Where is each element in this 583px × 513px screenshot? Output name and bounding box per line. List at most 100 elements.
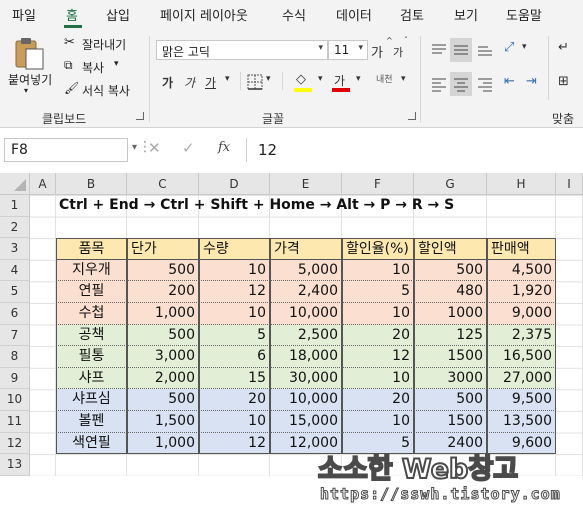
- table-cell-quantity[interactable]: 5: [199, 324, 270, 347]
- underline-button[interactable]: 가: [205, 74, 216, 91]
- borders-dropdown-icon[interactable]: ▾: [266, 74, 271, 84]
- table-cell-price[interactable]: 2,400: [270, 281, 342, 303]
- row-header-4[interactable]: 4: [0, 259, 30, 282]
- table-header-price[interactable]: 가격: [270, 238, 342, 260]
- row-header-12[interactable]: 12: [0, 432, 30, 455]
- fill-color-button[interactable]: ◇: [294, 72, 318, 94]
- column-header-e[interactable]: E: [270, 173, 342, 195]
- table-cell-discount-amount[interactable]: 500: [414, 389, 487, 411]
- table-cell-sales-amount[interactable]: 27,000: [487, 367, 556, 390]
- phonetic-button[interactable]: 내천: [376, 72, 393, 85]
- row-header-10[interactable]: 10: [0, 389, 30, 411]
- table-cell-unit-price[interactable]: 500: [127, 389, 199, 411]
- table-cell-sales-amount[interactable]: 4,500: [487, 259, 556, 282]
- phonetic-dropdown-icon[interactable]: ▾: [401, 74, 406, 84]
- table-header-sales-amount[interactable]: 판매액: [487, 238, 556, 260]
- column-header-h[interactable]: H: [487, 173, 556, 195]
- merge-center-icon[interactable]: ⊞: [558, 74, 569, 89]
- table-cell-unit-price[interactable]: 500: [127, 259, 199, 282]
- font-color-dropdown-icon[interactable]: ▾: [356, 74, 361, 84]
- align-left-icon[interactable]: [430, 76, 448, 92]
- table-header-discount-rate[interactable]: 할인율(%): [342, 238, 414, 260]
- table-cell-item[interactable]: 수첩: [56, 303, 127, 325]
- table-header-discount-amount[interactable]: 할인액: [414, 238, 487, 260]
- table-header-item[interactable]: 품목: [56, 238, 127, 260]
- table-cell-item[interactable]: 샤프: [56, 367, 127, 390]
- table-cell-item[interactable]: 샤프심: [56, 389, 127, 411]
- table-cell-quantity[interactable]: 20: [199, 389, 270, 411]
- table-cell-quantity[interactable]: 10: [199, 259, 270, 282]
- column-header-d[interactable]: D: [199, 173, 270, 195]
- table-cell-quantity[interactable]: 12: [199, 281, 270, 303]
- align-right-icon[interactable]: [476, 76, 494, 92]
- tab-page-layout[interactable]: 페이지 레이아웃: [160, 5, 248, 24]
- table-cell-quantity[interactable]: 6: [199, 346, 270, 368]
- tab-view[interactable]: 보기: [454, 5, 478, 24]
- table-cell-sales-amount[interactable]: 1,920: [487, 281, 556, 303]
- table-cell-discount-amount[interactable]: 1500: [414, 346, 487, 368]
- table-cell-sales-amount[interactable]: 2,375: [487, 324, 556, 347]
- table-cell-discount-rate[interactable]: 10: [342, 259, 414, 282]
- table-cell-unit-price[interactable]: 2,000: [127, 367, 199, 390]
- table-cell-discount-amount[interactable]: 125: [414, 324, 487, 347]
- column-header-g[interactable]: G: [414, 173, 487, 195]
- table-cell-unit-price[interactable]: 1,000: [127, 303, 199, 325]
- table-cell-item[interactable]: 연필: [56, 281, 127, 303]
- table-cell-item[interactable]: 볼펜: [56, 411, 127, 433]
- table-cell-discount-rate[interactable]: 5: [342, 281, 414, 303]
- name-box-dropdown-icon[interactable]: ▾: [132, 142, 137, 153]
- row-header-13[interactable]: 13: [0, 454, 30, 476]
- table-cell-quantity[interactable]: 12: [199, 432, 270, 455]
- row-header-5[interactable]: 5: [0, 281, 30, 303]
- table-cell-price[interactable]: 10,000: [270, 389, 342, 411]
- table-cell-discount-amount[interactable]: 480: [414, 281, 487, 303]
- table-cell-price[interactable]: 2,500: [270, 324, 342, 347]
- table-header-unit-price[interactable]: 단가: [127, 238, 199, 260]
- wrap-text-icon[interactable]: ↵: [558, 40, 569, 55]
- instruction-text[interactable]: Ctrl + End → Ctrl + Shift + Home → Alt →…: [56, 195, 556, 217]
- enter-icon[interactable]: ✓: [182, 139, 195, 157]
- cut-button[interactable]: ✂ 잘라내기: [62, 34, 134, 52]
- fill-color-dropdown-icon[interactable]: ▾: [318, 74, 323, 84]
- table-cell-sales-amount[interactable]: 16,500: [487, 346, 556, 368]
- table-cell-quantity[interactable]: 10: [199, 411, 270, 433]
- align-center-button[interactable]: [450, 72, 472, 96]
- table-cell-discount-rate[interactable]: 10: [342, 367, 414, 390]
- row-header-2[interactable]: 2: [0, 216, 30, 239]
- table-cell-unit-price[interactable]: 1,500: [127, 411, 199, 433]
- grow-font-button[interactable]: 가: [371, 42, 383, 61]
- format-painter-button[interactable]: 🖌 서식 복사: [62, 80, 138, 98]
- table-cell-sales-amount[interactable]: 9,000: [487, 303, 556, 325]
- table-cell-price[interactable]: 5,000: [270, 259, 342, 282]
- borders-icon[interactable]: [247, 74, 263, 90]
- underline-dropdown-icon[interactable]: ▾: [225, 74, 230, 84]
- table-cell-item[interactable]: 공책: [56, 324, 127, 347]
- table-cell-discount-amount[interactable]: 3000: [414, 367, 487, 390]
- tab-help[interactable]: 도움말: [506, 5, 542, 24]
- table-cell-unit-price[interactable]: 500: [127, 324, 199, 347]
- table-cell-price[interactable]: 10,000: [270, 303, 342, 325]
- column-header-i[interactable]: I: [556, 173, 583, 195]
- formula-input[interactable]: 12: [250, 138, 583, 162]
- insert-function-icon[interactable]: fx: [218, 140, 230, 155]
- table-cell-item[interactable]: 지우개: [56, 259, 127, 282]
- table-cell-price[interactable]: 30,000: [270, 367, 342, 390]
- table-cell-quantity[interactable]: 15: [199, 367, 270, 390]
- shrink-font-button[interactable]: 가: [393, 44, 403, 60]
- table-cell-discount-rate[interactable]: 12: [342, 346, 414, 368]
- table-cell-sales-amount[interactable]: 9,500: [487, 389, 556, 411]
- column-header-a[interactable]: A: [30, 173, 56, 195]
- copy-button[interactable]: ⧉ 복사 ▾: [62, 57, 134, 75]
- table-header-quantity[interactable]: 수량: [199, 238, 270, 260]
- table-cell-unit-price[interactable]: 1,000: [127, 432, 199, 455]
- column-header-f[interactable]: F: [342, 173, 414, 195]
- orientation-dropdown-icon[interactable]: ▾: [522, 42, 527, 52]
- tab-data[interactable]: 데이터: [336, 5, 372, 24]
- table-cell-price[interactable]: 15,000: [270, 411, 342, 433]
- table-cell-sales-amount[interactable]: 13,500: [487, 411, 556, 433]
- row-header-1[interactable]: 1: [0, 195, 30, 217]
- table-cell-item[interactable]: 색연필: [56, 432, 127, 455]
- tab-file[interactable]: 파일: [12, 5, 36, 24]
- name-box[interactable]: F8: [4, 138, 128, 162]
- row-header-9[interactable]: 9: [0, 367, 30, 390]
